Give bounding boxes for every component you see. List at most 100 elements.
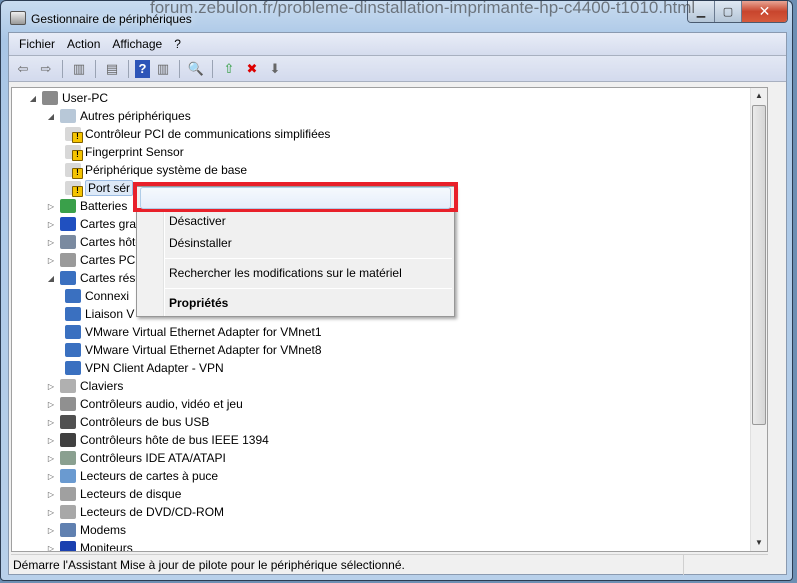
expand-arrow-icon[interactable]: ▷ xyxy=(46,400,56,409)
tree-item[interactable]: ▷ Contrôleurs hôte de bus IEEE 1394 xyxy=(46,431,269,449)
context-menu-item-uninstall[interactable]: Désinstaller xyxy=(169,236,232,250)
show-hide-console-tree-icon[interactable]: ▥ xyxy=(69,59,89,79)
expand-arrow-icon[interactable]: ▷ xyxy=(46,256,56,265)
properties-icon[interactable]: ▤ xyxy=(102,59,122,79)
dvd-icon xyxy=(60,505,76,519)
show-hide-action-pane-icon[interactable]: ▥ xyxy=(153,59,173,79)
expand-arrow-icon[interactable]: ▷ xyxy=(46,508,56,517)
warning-icon xyxy=(65,127,83,143)
tree-item-label: Lecteurs de cartes à puce xyxy=(80,469,219,483)
speaker-icon xyxy=(60,397,76,411)
keyboard-icon xyxy=(60,379,76,393)
expand-arrow-icon[interactable]: ▷ xyxy=(46,436,56,445)
expand-arrow-icon[interactable]: ▷ xyxy=(46,490,56,499)
network-icon xyxy=(65,343,81,357)
tree-item[interactable]: Connexi xyxy=(65,287,129,305)
tree-item[interactable]: ▷ Cartes grap xyxy=(46,215,143,233)
collapse-arrow-icon[interactable]: ◢ xyxy=(46,112,56,121)
warning-icon xyxy=(65,163,83,179)
help-icon[interactable]: ? xyxy=(135,59,150,78)
menu-help[interactable]: ? xyxy=(168,37,187,51)
maximize-button[interactable]: ▢ xyxy=(715,1,742,22)
toolbar: ⇦ ⇨ ▥ ▤? ▥ 🔍 ⇧ ✖ ⬇ xyxy=(9,56,786,82)
tree-item-label: Liaison V xyxy=(85,307,135,321)
context-menu-item-properties[interactable]: Propriétés xyxy=(169,296,228,310)
tree-item[interactable]: ◢ User-PC xyxy=(28,89,108,107)
expand-arrow-icon[interactable]: ▷ xyxy=(46,454,56,463)
tree-item[interactable]: ▷ Contrôleurs de bus USB xyxy=(46,413,209,431)
tree-item[interactable]: ▷ Cartes PCM xyxy=(46,251,145,269)
tree-item[interactable]: Liaison V xyxy=(65,305,134,323)
modem-icon xyxy=(60,523,76,537)
expand-arrow-icon[interactable]: ▷ xyxy=(46,544,56,552)
warning-icon xyxy=(65,145,83,161)
tree-item[interactable]: ▷ Batteries xyxy=(46,197,127,215)
tree-item-label: Cartes grap xyxy=(80,217,143,231)
tree-item[interactable]: ▷ Lecteurs de disque xyxy=(46,485,181,503)
tree-item-label: VMware Virtual Ethernet Adapter for VMne… xyxy=(85,343,322,357)
expand-arrow-icon[interactable]: ▷ xyxy=(46,418,56,427)
tree-item[interactable]: ▷ Moniteurs xyxy=(46,539,133,552)
vertical-scrollbar[interactable]: ▲ ▼ xyxy=(750,88,767,551)
expand-arrow-icon[interactable]: ▷ xyxy=(46,472,56,481)
close-button[interactable]: ✕ xyxy=(742,1,787,22)
tree-item-label: VMware Virtual Ethernet Adapter for VMne… xyxy=(85,325,322,339)
toolbar-separator xyxy=(179,59,180,78)
context-menu-item-scan-hardware-changes[interactable]: Rechercher les modifications sur le maté… xyxy=(169,266,402,280)
uninstall-icon[interactable]: ✖ xyxy=(242,59,262,79)
scroll-down-button[interactable]: ▼ xyxy=(751,535,767,551)
tree-item-label: Contrôleurs de bus USB xyxy=(80,415,210,429)
tree-item-label: Contrôleurs IDE ATA/ATAPI xyxy=(80,451,226,465)
tree-item[interactable]: ▷ Claviers xyxy=(46,377,123,395)
highlight-annotation-box xyxy=(133,182,458,212)
tree-item[interactable]: VPN Client Adapter - VPN xyxy=(65,359,224,377)
menu-bar: Fichier Action Affichage? xyxy=(9,33,786,56)
tree-item[interactable]: Contrôleur PCI de communications simplif… xyxy=(65,125,330,143)
back-arrow-icon[interactable]: ⇦ xyxy=(13,59,33,79)
tree-item-label: Contrôleurs hôte de bus IEEE 1394 xyxy=(80,433,269,447)
tree-item-label: Modems xyxy=(80,523,127,537)
scroll-up-button[interactable]: ▲ xyxy=(751,88,767,104)
tree-item[interactable]: VMware Virtual Ethernet Adapter for VMne… xyxy=(65,341,322,359)
menu-fichier[interactable]: Fichier xyxy=(13,37,61,51)
collapse-arrow-icon[interactable]: ◢ xyxy=(28,94,38,103)
unknown-icon xyxy=(60,109,76,123)
expand-arrow-icon[interactable]: ▷ xyxy=(46,382,56,391)
tree-item[interactable]: ◢ Autres périphériques xyxy=(46,107,191,125)
tree-item[interactable]: ▷ Lecteurs de cartes à puce xyxy=(46,467,218,485)
expand-arrow-icon[interactable]: ▷ xyxy=(46,202,56,211)
expand-arrow-icon[interactable]: ▷ xyxy=(46,238,56,247)
tree-item[interactable]: Périphérique système de base xyxy=(65,161,247,179)
scroll-thumb[interactable] xyxy=(752,105,766,425)
tree-item[interactable]: Fingerprint Sensor xyxy=(65,143,184,161)
battery-icon xyxy=(60,199,76,213)
collapse-arrow-icon[interactable]: ◢ xyxy=(46,274,56,283)
network-icon xyxy=(60,271,76,285)
expand-arrow-icon[interactable]: ▷ xyxy=(46,220,56,229)
menu-action[interactable]: Action xyxy=(61,37,106,51)
disable-icon[interactable]: ⬇ xyxy=(265,59,285,79)
tree-item[interactable]: ▷ Cartes hôte xyxy=(46,233,142,251)
tree-item[interactable]: ▷ Contrôleurs IDE ATA/ATAPI xyxy=(46,449,226,467)
tree-item-label: Fingerprint Sensor xyxy=(85,145,184,159)
disk-icon xyxy=(60,487,76,501)
minimize-button[interactable]: ▁ xyxy=(688,1,715,22)
status-text: Démarre l'Assistant Mise à jour de pilot… xyxy=(13,557,405,572)
context-menu-item-disable[interactable]: Désactiver xyxy=(169,214,226,228)
tree-item-label: Claviers xyxy=(80,379,124,393)
menu-affichage[interactable]: Affichage xyxy=(106,37,168,51)
expand-arrow-icon[interactable]: ▷ xyxy=(46,526,56,535)
forward-arrow-icon[interactable]: ⇨ xyxy=(36,59,56,79)
toolbar-separator xyxy=(62,59,63,78)
tree-item[interactable]: ◢ Cartes résea xyxy=(46,269,149,287)
tree-item-label: Contrôleurs audio, vidéo et jeu xyxy=(80,397,243,411)
tree-item[interactable]: ▷ Lecteurs de DVD/CD-ROM xyxy=(46,503,224,521)
network-icon xyxy=(65,289,81,303)
tree-item-label: Périphérique système de base xyxy=(85,163,248,177)
tree-item[interactable]: VMware Virtual Ethernet Adapter for VMne… xyxy=(65,323,322,341)
update-driver-icon[interactable]: ⇧ xyxy=(219,59,239,79)
tree-item[interactable]: Port sér xyxy=(65,179,134,197)
tree-item[interactable]: ▷ Modems xyxy=(46,521,126,539)
scan-hardware-icon[interactable]: 🔍 xyxy=(186,59,206,79)
tree-item[interactable]: ▷ Contrôleurs audio, vidéo et jeu xyxy=(46,395,243,413)
